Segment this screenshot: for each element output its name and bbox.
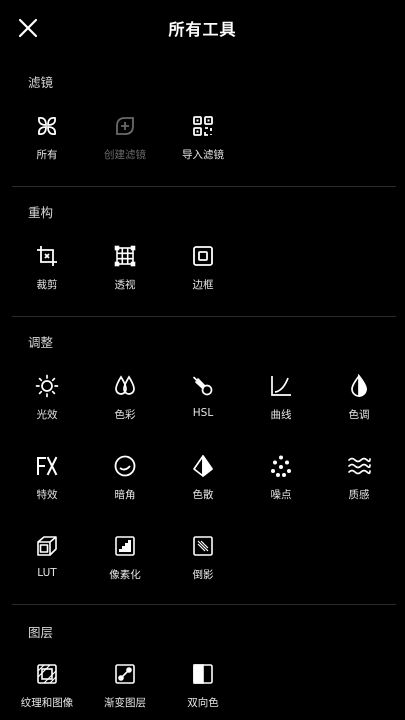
vignette-icon	[113, 454, 137, 478]
tool-all-filters[interactable]: 所有	[12, 114, 82, 174]
tool-label: 裁剪	[36, 279, 58, 291]
header: 所有工具	[0, 0, 405, 56]
tool-label: 倒影	[192, 569, 214, 581]
tool-tone[interactable]: 色调	[324, 374, 394, 434]
tool-label: LUT	[37, 567, 57, 579]
tool-duotone[interactable]: 双向色	[168, 662, 238, 720]
tool-texture-image[interactable]: 纹理和图像	[12, 662, 82, 720]
section-label-filters: 滤镜	[28, 75, 54, 90]
sun-icon	[35, 374, 59, 398]
reflection-icon	[191, 534, 215, 558]
tool-dispersion[interactable]: 色散	[168, 454, 238, 514]
tool-import-filter[interactable]: 导入滤镜	[168, 114, 238, 174]
tool-label: 色彩	[114, 409, 136, 421]
tool-label: 特效	[36, 489, 58, 501]
tool-texture[interactable]: 质感	[324, 454, 394, 514]
tool-reflection[interactable]: 倒影	[168, 534, 238, 594]
tool-gradient-layer[interactable]: 渐变图层	[90, 662, 160, 720]
tool-effects[interactable]: 特效	[12, 454, 82, 514]
tool-vignette[interactable]: 暗角	[90, 454, 160, 514]
crop-icon	[35, 244, 59, 268]
tool-label: 色散	[192, 489, 214, 501]
tool-create-filter[interactable]: 创建滤镜	[90, 114, 160, 174]
tool-label: 边框	[192, 279, 214, 291]
tool-label: 双向色	[187, 697, 219, 709]
tool-perspective[interactable]: 透视	[90, 244, 160, 304]
noise-dots-icon	[269, 454, 293, 478]
tool-noise[interactable]: 噪点	[246, 454, 316, 514]
tool-label: 暗角	[114, 489, 136, 501]
tool-crop[interactable]: 裁剪	[12, 244, 82, 304]
page-title: 所有工具	[168, 20, 237, 39]
tool-label: 曲线	[270, 409, 292, 421]
hsl-comet-icon	[191, 374, 215, 398]
tool-label: 色调	[348, 409, 370, 421]
tool-label: 渐变图层	[104, 697, 146, 709]
tool-label: 纹理和图像	[20, 697, 74, 709]
tool-lut[interactable]: LUT	[12, 534, 82, 594]
lut-cube-icon	[35, 534, 59, 558]
grid-petal-icon	[35, 114, 59, 138]
perspective-grid-icon	[113, 244, 137, 268]
tool-pixelate[interactable]: 像素化	[90, 534, 160, 594]
section-label-layers: 图层	[28, 625, 54, 640]
tool-label: 导入滤镜	[182, 149, 224, 161]
tool-label: 所有	[36, 149, 58, 161]
fx-icon	[35, 454, 59, 478]
pixelate-icon	[113, 534, 137, 558]
tool-color[interactable]: 色彩	[90, 374, 160, 434]
section-label-reframe: 重构	[28, 205, 54, 220]
border-frame-icon	[191, 244, 215, 268]
tool-label: 光效	[36, 409, 58, 421]
divider	[12, 186, 396, 187]
gradient-layer-icon	[113, 662, 137, 686]
duotone-icon	[191, 662, 215, 686]
divider	[12, 604, 396, 605]
tool-label: 噪点	[270, 489, 292, 501]
tool-hsl[interactable]: HSL	[168, 374, 238, 434]
add-leaf-icon	[113, 114, 137, 138]
tool-label: 质感	[348, 489, 370, 501]
tool-border[interactable]: 边框	[168, 244, 238, 304]
section-label-adjust: 调整	[28, 335, 54, 350]
qr-scan-icon	[191, 114, 215, 138]
texture-image-icon	[35, 662, 59, 686]
tool-label: 透视	[114, 279, 136, 291]
drops-icon	[113, 374, 137, 398]
tool-label: HSL	[192, 407, 214, 419]
tool-curves[interactable]: 曲线	[246, 374, 316, 434]
divider	[12, 316, 396, 317]
tool-light[interactable]: 光效	[12, 374, 82, 434]
half-drop-icon	[347, 374, 371, 398]
prism-icon	[191, 454, 215, 478]
waves-icon	[347, 454, 371, 478]
tool-label: 像素化	[109, 569, 141, 581]
curve-icon	[269, 374, 293, 398]
tool-label: 创建滤镜	[104, 149, 146, 161]
